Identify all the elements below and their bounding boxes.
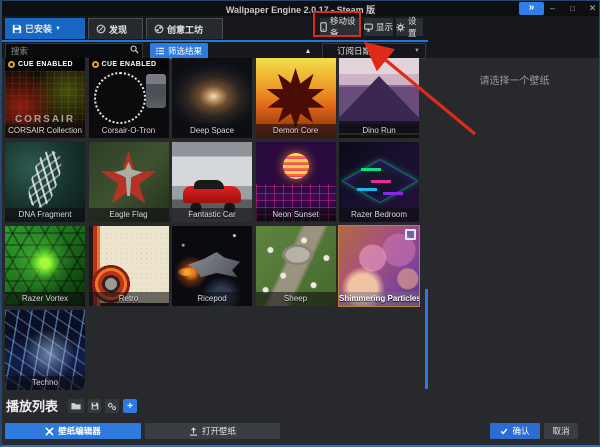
tab-installed[interactable]: 已安装 ▼ — [5, 18, 85, 39]
cue-ring-icon — [92, 61, 99, 68]
folder-icon — [71, 402, 81, 410]
wallpaper-title: Fantastic Car — [172, 208, 252, 222]
monitor-icon — [364, 23, 373, 32]
maximize-button[interactable]: □ — [565, 2, 580, 15]
wallpaper-editor-button[interactable]: 壁纸编辑器 — [5, 423, 141, 439]
wallpaper-tile[interactable]: Razer Bedroom — [339, 142, 419, 222]
grid-scrollbar-thumb[interactable] — [425, 289, 428, 389]
search-icon — [130, 45, 139, 54]
wallpaper-tile[interactable]: Sheep — [256, 226, 336, 306]
filter-list-icon — [156, 47, 165, 55]
sort-ascending-button[interactable]: ▲ — [299, 43, 317, 59]
cue-enabled-badge: CUE ENABLED — [89, 58, 169, 71]
filter-results-label: 筛选结果 — [168, 45, 202, 57]
open-wallpaper-label: 打开壁纸 — [202, 425, 236, 437]
wallpaper-tile[interactable]: Neon Sunset — [256, 142, 336, 222]
confirm-button[interactable]: 确认 — [490, 423, 540, 439]
wallpaper-title: Corsair-O-Tron — [89, 124, 169, 138]
sort-dropdown-value: 订阅日期 — [337, 45, 371, 57]
wallpaper-tile[interactable]: CUE ENABLED Corsair-O-Tron — [89, 58, 169, 138]
tab-installed-label: 已安装 — [25, 22, 52, 35]
annotation-highlight-box — [313, 11, 361, 37]
open-wallpaper-button[interactable]: 打开壁纸 — [145, 423, 280, 439]
wallpaper-tile[interactable]: Fantastic Car — [172, 142, 252, 222]
wallpaper-title: DNA Fragment — [5, 208, 85, 222]
wallpaper-title: Shimmering Particles — [339, 292, 419, 306]
wallpaper-title: Razer Bedroom — [339, 208, 419, 222]
cue-ring-icon — [8, 61, 15, 68]
wallpaper-title: Techno — [5, 376, 85, 390]
editor-tools-icon — [45, 427, 54, 436]
tile-checkbox[interactable] — [405, 229, 416, 240]
minimize-button[interactable]: – — [545, 2, 560, 15]
tab-workshop[interactable]: 创意工坊 — [146, 18, 223, 39]
tab-workshop-label: 创意工坊 — [167, 23, 203, 36]
playlist-add-button[interactable]: + — [123, 399, 137, 413]
wallpaper-tile[interactable]: DNA Fragment — [5, 142, 85, 222]
wallpaper-tile[interactable]: Demon Core — [256, 58, 336, 138]
steam-icon — [154, 24, 164, 34]
wallpaper-title: Demon Core — [256, 124, 336, 138]
thumbnail-overlay-text: CORSAIR — [5, 114, 85, 125]
settings-button[interactable]: 设置 — [396, 18, 423, 36]
gear-icon — [396, 23, 405, 32]
chevron-down-icon: ▼ — [414, 48, 420, 54]
wallpaper-tile[interactable]: Razer Vortex — [5, 226, 85, 306]
playlist-settings-button[interactable] — [105, 399, 119, 413]
playlist-label: 播放列表 — [6, 396, 58, 415]
wallpaper-tile[interactable]: Shimmering Particles — [339, 226, 419, 306]
tab-discover[interactable]: 发现 — [88, 18, 143, 39]
display-label: 显示 — [376, 21, 393, 33]
select-wallpaper-hint: 请选择一个壁纸 — [432, 72, 597, 87]
cue-enabled-badge: CUE ENABLED — [5, 58, 85, 71]
wallpaper-tile[interactable]: CUE ENABLED CORSAIR CORSAIR Collection — [5, 58, 85, 138]
playlist-open-button[interactable] — [68, 399, 84, 413]
floppy-icon — [12, 24, 22, 34]
wallpaper-grid: CUE ENABLED CORSAIR CORSAIR Collection C… — [5, 58, 423, 390]
cancel-button[interactable]: 取消 — [544, 423, 578, 439]
tab-discover-label: 发现 — [109, 23, 127, 36]
wallpaper-title: Ricepod — [172, 292, 252, 306]
wallpaper-title: Razer Vortex — [5, 292, 85, 306]
confirm-label: 确认 — [512, 425, 529, 437]
wallpaper-tile[interactable]: Techno — [5, 310, 85, 390]
wallpaper-title: Eagle Flag — [89, 208, 169, 222]
discover-icon — [96, 24, 106, 34]
wallpaper-tile[interactable]: Deep Space — [172, 58, 252, 138]
cancel-label: 取消 — [552, 425, 569, 437]
playlist-save-button[interactable] — [88, 399, 101, 413]
close-button[interactable]: ✕ — [585, 2, 600, 15]
wallpaper-tile[interactable]: Retro — [89, 226, 169, 306]
upload-icon — [189, 427, 198, 436]
wallpaper-title: CORSAIR Collection — [5, 124, 85, 138]
wallpaper-tile[interactable]: Ricepod — [172, 226, 252, 306]
save-icon — [91, 402, 99, 410]
filter-results-button[interactable]: 筛选结果 — [150, 43, 208, 59]
titlebar: Wallpaper Engine 2.0.17 - Steam 版 » – □ … — [2, 1, 599, 16]
wallpaper-title: Deep Space — [172, 124, 252, 138]
search-input[interactable] — [5, 43, 143, 59]
wallpaper-tile[interactable]: Eagle Flag — [89, 142, 169, 222]
active-tab-underline — [2, 40, 428, 42]
chevron-down-icon: ▼ — [55, 26, 61, 32]
wallpaper-title: Dino Run — [339, 124, 419, 138]
display-button[interactable]: 显示 — [364, 18, 393, 36]
window-title: Wallpaper Engine 2.0.17 - Steam 版 — [2, 3, 599, 16]
wallpaper-title: Neon Sunset — [256, 208, 336, 222]
wallpaper-tile[interactable]: Dino Run — [339, 58, 419, 138]
wallpaper-editor-label: 壁纸编辑器 — [58, 425, 101, 437]
expand-button[interactable]: » — [519, 2, 544, 15]
settings-label: 设置 — [408, 15, 423, 39]
wallpaper-engine-window: Wallpaper Engine 2.0.17 - Steam 版 » – □ … — [0, 0, 600, 447]
check-icon — [500, 427, 508, 435]
wallpaper-title: Retro — [89, 292, 169, 306]
gears-icon — [107, 402, 117, 411]
wallpaper-title: Sheep — [256, 292, 336, 306]
sort-dropdown[interactable]: 订阅日期 ▼ — [322, 43, 426, 59]
